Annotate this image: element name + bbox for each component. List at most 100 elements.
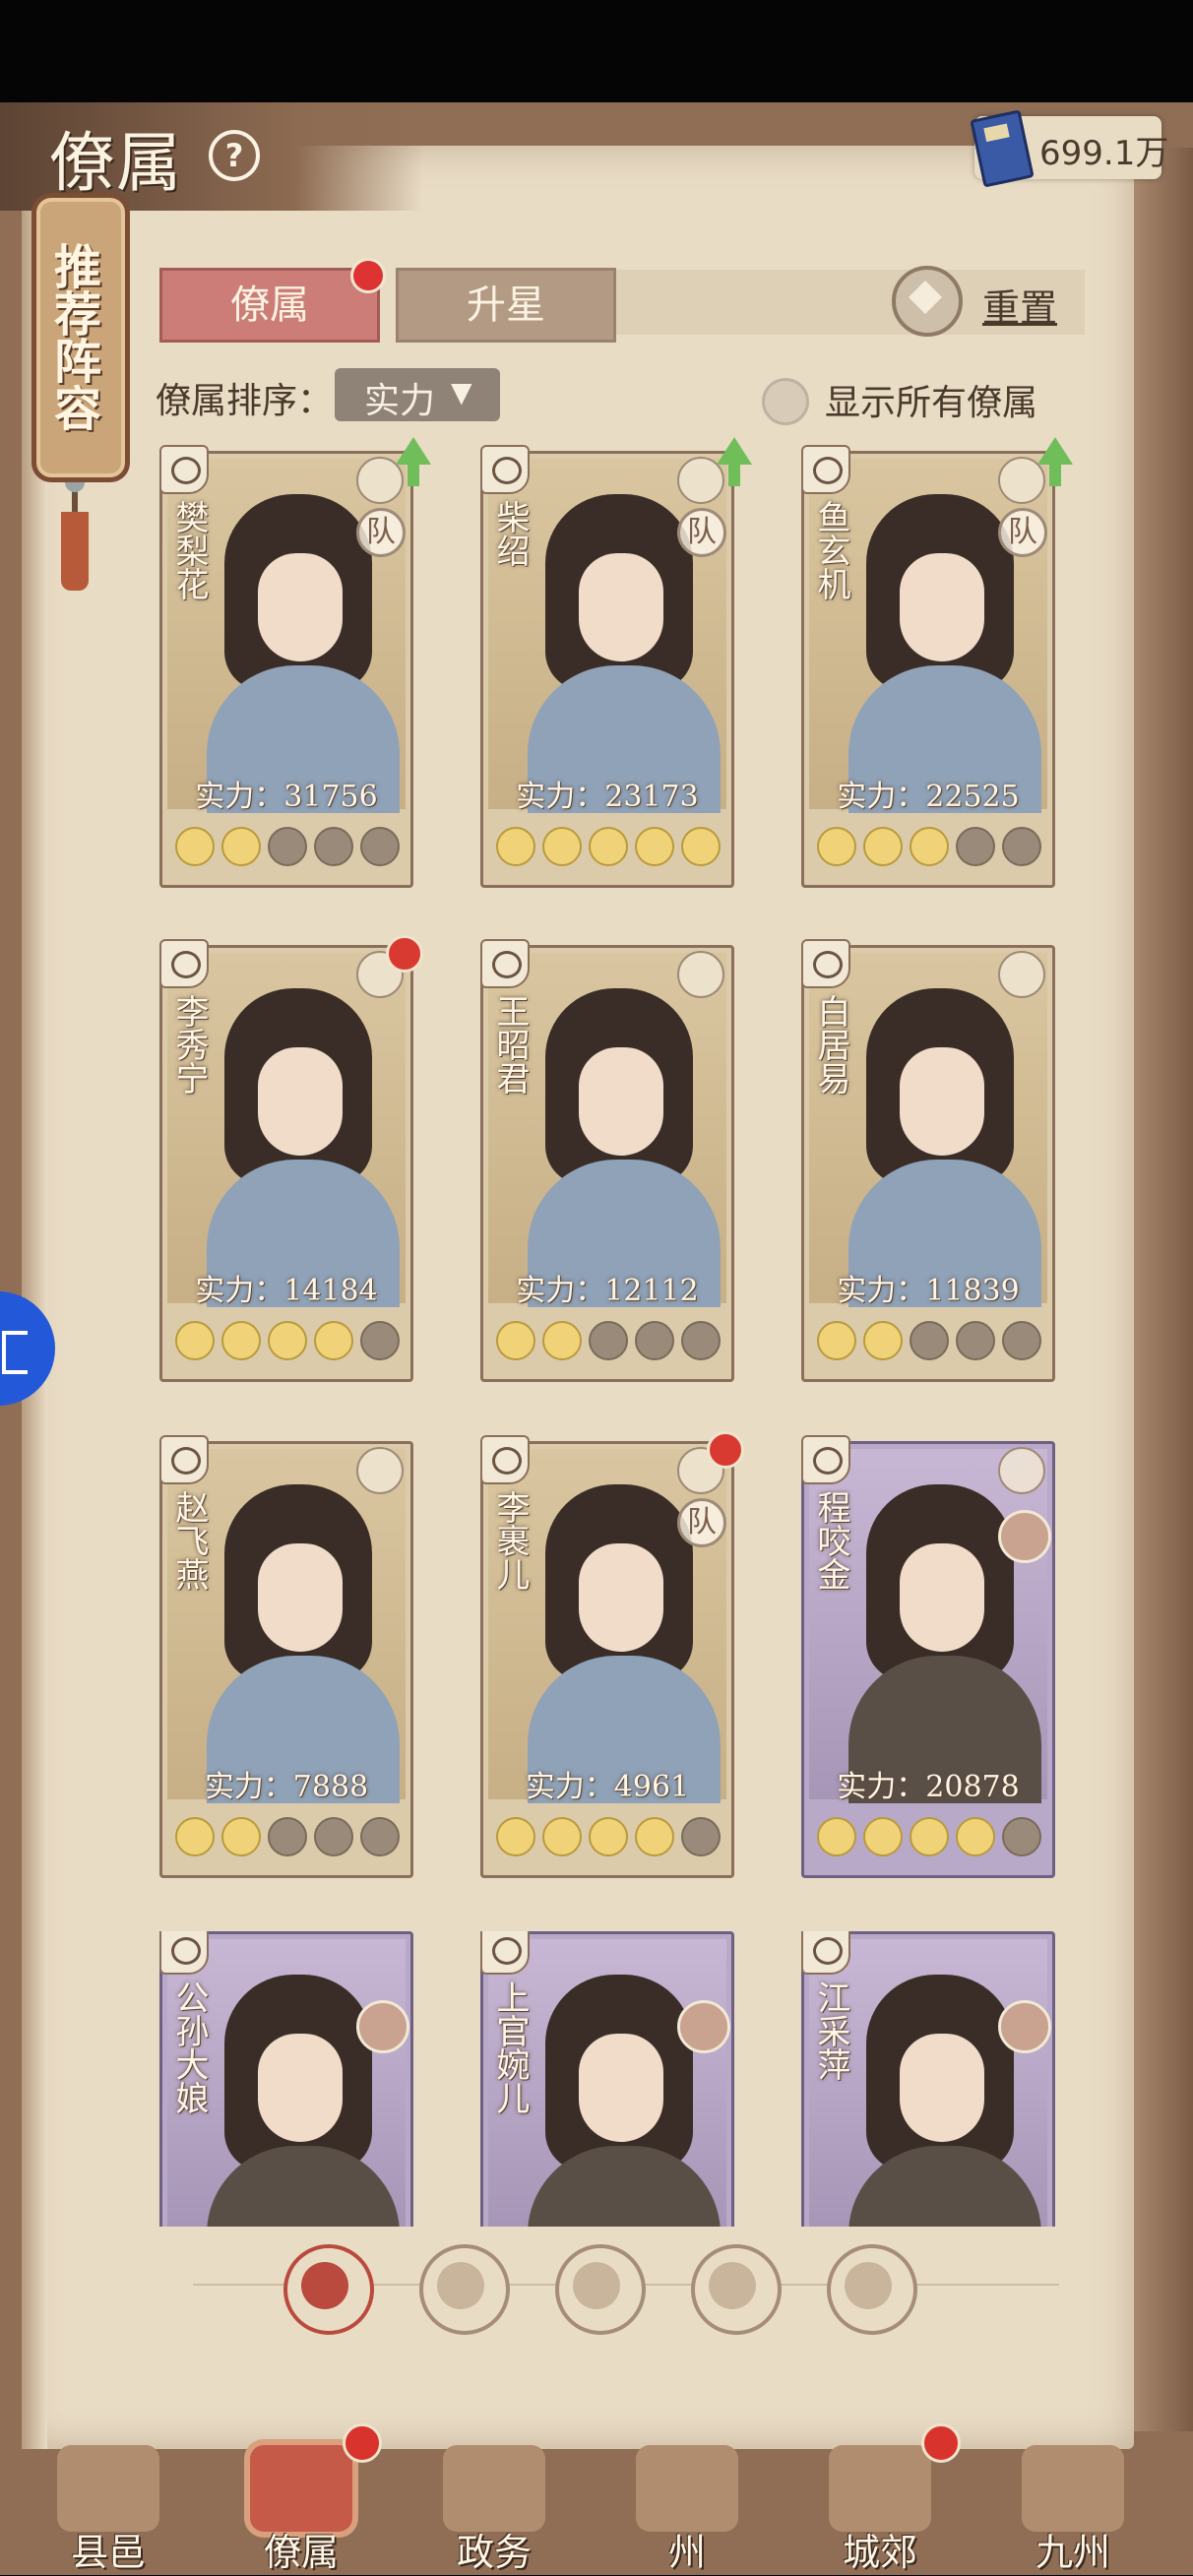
moon-star-icon <box>314 827 353 866</box>
filter-faction-2-icon <box>573 2262 620 2309</box>
moon-star-icon <box>635 827 674 866</box>
card-power: 实力：12112 <box>516 1274 699 1308</box>
filter-faction-2-button[interactable] <box>555 2244 646 2335</box>
filter-faction-3-icon <box>709 2262 756 2309</box>
filter-faction-4-icon <box>845 2262 892 2309</box>
nav-item[interactable]: 县邑 <box>39 2423 177 2574</box>
moon-star-icon <box>863 1817 903 1856</box>
show-all-toggle[interactable] <box>762 378 809 425</box>
type-icon <box>998 951 1045 998</box>
show-all-label: 显示所有僚属 <box>825 383 1038 423</box>
subordinate-card[interactable]: 白居易实力：11839 <box>801 939 1055 1382</box>
subordinate-card[interactable]: 柴绍 队实力：23173 <box>480 437 752 888</box>
card-name: 上官婉儿 <box>490 1980 530 2114</box>
card-power: 实力：7888 <box>204 1770 369 1804</box>
card-power: 实力：14184 <box>195 1274 378 1308</box>
star-row <box>490 1817 726 1860</box>
card-name: 赵飞燕 <box>169 1490 209 1591</box>
moon-star-icon <box>360 1321 400 1360</box>
card-power: 实力：11839 <box>837 1274 1020 1308</box>
moon-star-icon <box>863 1321 903 1360</box>
portrait-face <box>258 1543 343 1652</box>
star-row <box>169 1817 406 1860</box>
nav-item[interactable]: 州 <box>618 2423 756 2574</box>
nav-art-icon <box>443 2445 545 2532</box>
subordinate-card[interactable]: 江采萍 <box>801 1931 1055 2227</box>
subordinate-card[interactable]: 王昭君实力：12112 <box>480 939 734 1382</box>
type-icon <box>677 951 724 998</box>
notification-dot <box>707 1431 744 1469</box>
star-row <box>811 827 1047 870</box>
nav-item[interactable]: 僚属 <box>232 2423 382 2574</box>
card-power: 实力：4961 <box>525 1770 690 1804</box>
subordinate-card[interactable]: 上官婉儿 <box>480 1931 734 2227</box>
portrait-face <box>579 1543 663 1652</box>
faction-icon <box>159 939 209 988</box>
nav-item[interactable]: 城郊 <box>811 2423 961 2574</box>
linked-avatar-icon <box>998 1510 1051 1563</box>
filter-faction-4-button[interactable] <box>827 2244 917 2335</box>
star-row <box>169 1321 406 1364</box>
filter-faction-1-icon <box>437 2262 484 2309</box>
help-icon[interactable]: ? <box>209 130 260 181</box>
moon-star-icon <box>1002 1817 1041 1856</box>
tab-subordinates[interactable]: 僚属 <box>159 268 380 343</box>
card-name: 江采萍 <box>811 1980 850 2081</box>
filter-faction-3-button[interactable] <box>691 2244 782 2335</box>
faction-icon <box>801 1435 850 1484</box>
moon-star-icon <box>589 827 628 866</box>
team-badge: 队 <box>998 508 1047 557</box>
moon-star-icon <box>542 1817 582 1856</box>
notification-dot <box>921 2423 961 2463</box>
faction-icon <box>480 1435 530 1484</box>
recommend-lineup-label: 推荐阵容 <box>45 242 100 431</box>
type-icon <box>356 1447 404 1494</box>
portrait-face <box>579 2034 663 2142</box>
linked-avatar-icon <box>998 2000 1051 2053</box>
subordinate-card[interactable]: 程咬金 实力：20878 <box>801 1435 1055 1878</box>
card-power: 实力：23173 <box>516 780 699 814</box>
portrait-face <box>900 553 984 661</box>
moon-star-icon <box>360 827 400 866</box>
filter-faction-1-button[interactable] <box>419 2244 510 2335</box>
upgrade-arrow-icon <box>396 437 431 486</box>
moon-star-icon <box>956 1321 995 1360</box>
nav-item[interactable]: 九州 <box>1004 2423 1142 2574</box>
card-name: 王昭君 <box>490 994 530 1095</box>
linked-avatar-icon <box>356 2000 409 2053</box>
filter-all-button[interactable] <box>283 2244 374 2335</box>
nav-label: 政务 <box>456 2531 532 2574</box>
star-row <box>811 1321 1047 1364</box>
moon-star-icon <box>1002 827 1041 866</box>
moon-star-icon <box>175 1817 215 1856</box>
sort-label: 僚属排序： <box>156 381 334 421</box>
reset-button[interactable]: 重置 <box>982 278 1057 332</box>
faction-icon <box>801 939 850 988</box>
card-name: 公孙大娘 <box>169 1980 209 2114</box>
linked-avatar-icon <box>677 2000 730 2053</box>
moon-star-icon <box>589 1817 628 1856</box>
moon-star-icon <box>268 1817 307 1856</box>
star-row <box>811 1817 1047 1860</box>
tab-star-up[interactable]: 升星 <box>396 268 616 343</box>
subordinate-card[interactable]: 赵飞燕实力：7888 <box>159 1435 413 1878</box>
notification-dot <box>343 2423 382 2463</box>
subordinate-card[interactable]: 鱼玄机 队实力：22525 <box>801 437 1073 888</box>
filter-all-icon <box>301 2262 348 2309</box>
subordinate-card[interactable]: 李秀宁 实力：14184 <box>159 935 423 1382</box>
nav-label: 僚属 <box>263 2531 339 2574</box>
team-badge: 队 <box>677 508 726 557</box>
subordinate-card[interactable]: 公孙大娘 <box>159 1931 413 2227</box>
portrait-face <box>258 553 343 661</box>
star-row <box>169 827 406 870</box>
moon-star-icon <box>635 1817 674 1856</box>
reset-icon[interactable] <box>892 266 963 337</box>
moon-star-icon <box>496 1817 535 1856</box>
card-power: 实力：31756 <box>195 780 378 814</box>
subordinate-card[interactable]: 李裹儿 队实力：4961 <box>480 1431 744 1878</box>
card-name: 柴绍 <box>490 500 530 567</box>
subordinate-card[interactable]: 樊梨花 队实力：31756 <box>159 437 431 888</box>
nav-item[interactable]: 政务 <box>425 2423 563 2574</box>
moon-star-icon <box>817 827 856 866</box>
card-name: 白居易 <box>811 994 850 1095</box>
